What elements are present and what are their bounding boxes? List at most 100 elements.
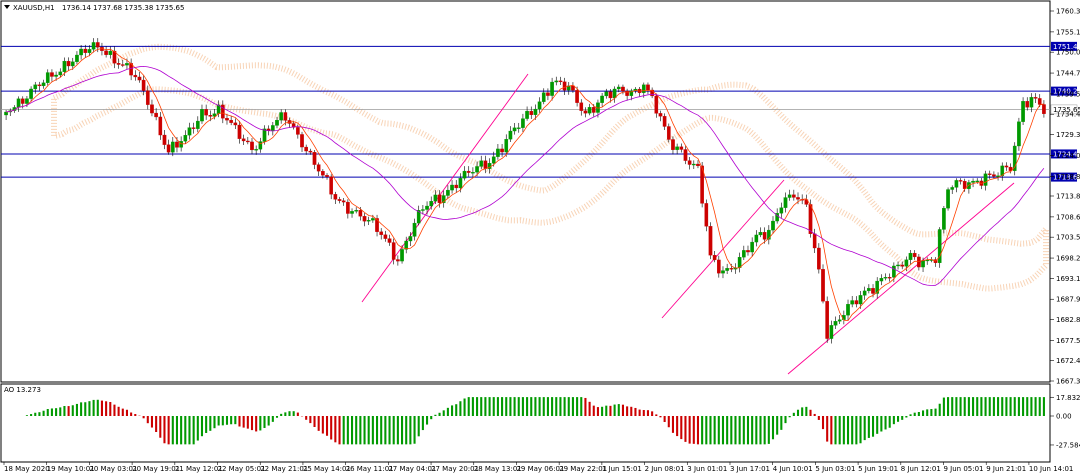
slow-ma-line (6, 65, 1045, 286)
candle-body (850, 300, 855, 305)
candle-body (425, 205, 429, 210)
candle (162, 130, 167, 150)
price-tick-label: 1739.53 (1056, 90, 1080, 98)
candle (908, 249, 913, 265)
candle (612, 86, 617, 103)
chart-window: 1751.49 1740.24 1724.45 1718.63 1735.65 1760… (0, 0, 1080, 475)
candle-body (687, 160, 692, 165)
candle (637, 86, 642, 97)
candle-body (437, 194, 442, 204)
trend-lines[interactable] (361, 73, 1015, 375)
time-tick-label: 18 May 2020 (4, 465, 50, 473)
candle-body (1033, 97, 1038, 99)
horizontal-levels[interactable]: 1751.491740.241724.451718.631735.65 (1, 41, 1080, 182)
candle (108, 46, 113, 59)
ao-tick-label: -27.584 (1056, 441, 1080, 449)
candle-body (225, 118, 229, 121)
candle (654, 93, 659, 118)
candle-body (616, 86, 621, 90)
candle (1042, 100, 1046, 118)
candle (1025, 97, 1030, 111)
candle-body (396, 259, 400, 262)
candle (933, 257, 938, 267)
candle (33, 81, 38, 94)
time-tick-label: 22 May 21:01 (260, 465, 308, 473)
time-tick-label: 29 May 22:01 (559, 465, 607, 473)
candle (246, 136, 250, 145)
price-axis: 1760.38 1755.13 1750.03 1744.78 1739.53 1734.… (1050, 8, 1080, 386)
candle-body (187, 127, 192, 136)
candle (779, 202, 784, 218)
candle (529, 106, 534, 119)
candle-body (62, 60, 67, 73)
price-tick-label: 1708.63 (1056, 213, 1080, 221)
candle (154, 108, 158, 121)
candle-body (154, 112, 158, 118)
candle-body (366, 220, 371, 222)
candle (191, 122, 196, 134)
time-tick-label: 29 May 06:01 (516, 465, 564, 473)
candle-body (921, 260, 925, 268)
price-chart[interactable]: 1751.491740.241724.451718.631735.65 1760… (0, 0, 1080, 475)
ao-histogram (25, 397, 1045, 445)
candle-body (562, 81, 567, 91)
candle (512, 122, 517, 135)
ao-panel-frame (0, 383, 1051, 463)
candle-body (346, 201, 350, 214)
candle (29, 86, 33, 102)
candle-body (471, 172, 475, 174)
symbol-menu-icon[interactable] (4, 5, 10, 9)
candle-body (808, 204, 813, 234)
candle (625, 88, 629, 101)
candle-body (575, 90, 579, 103)
time-tick-label: 3 Jun 17:01 (730, 465, 770, 473)
candle (750, 237, 754, 257)
candle-body (391, 242, 396, 260)
price-tick-label: 1729.33 (1056, 131, 1080, 139)
candle-body (917, 256, 921, 268)
candle-body (120, 64, 125, 66)
candle-body (170, 141, 175, 153)
candle (41, 79, 46, 89)
time-tick-label: 25 May 14:01 (303, 465, 351, 473)
candle (737, 252, 742, 273)
candle (496, 143, 500, 160)
ao-axis: 17.832 0.00 -27.584 (1050, 394, 1080, 449)
candle (554, 76, 559, 86)
candle-body (421, 209, 425, 211)
candle (566, 82, 571, 95)
candle (708, 222, 713, 260)
candle-body (862, 290, 867, 296)
candle-body (666, 126, 671, 140)
time-tick-label: 1 Jun 15:01 (602, 465, 642, 473)
candle-body (350, 211, 354, 214)
time-tick-label: 9 Jun 05:01 (944, 465, 984, 473)
trend-line[interactable] (361, 73, 529, 303)
candle (867, 284, 871, 294)
candle-body (125, 63, 129, 66)
candle (337, 196, 342, 204)
candle-body (362, 216, 367, 222)
candle-body (279, 112, 283, 121)
candle-body (496, 148, 500, 157)
candle (150, 99, 154, 117)
candle (233, 118, 238, 130)
candle-body (237, 124, 242, 139)
candle (237, 120, 242, 144)
candle-body (158, 116, 163, 136)
candle (783, 192, 788, 213)
candle-body (671, 139, 675, 150)
candle (383, 230, 388, 242)
candle-body (887, 277, 892, 279)
candle (679, 143, 684, 153)
candle-body (516, 127, 521, 129)
candle (1021, 97, 1025, 125)
candle (258, 137, 263, 153)
candle-body (854, 300, 859, 305)
price-tick-label: 1703.53 (1056, 234, 1080, 242)
candle-body (1029, 97, 1034, 108)
candle (1033, 93, 1038, 104)
candle-body (541, 92, 546, 102)
candle-body (275, 119, 279, 126)
candle (683, 146, 688, 165)
